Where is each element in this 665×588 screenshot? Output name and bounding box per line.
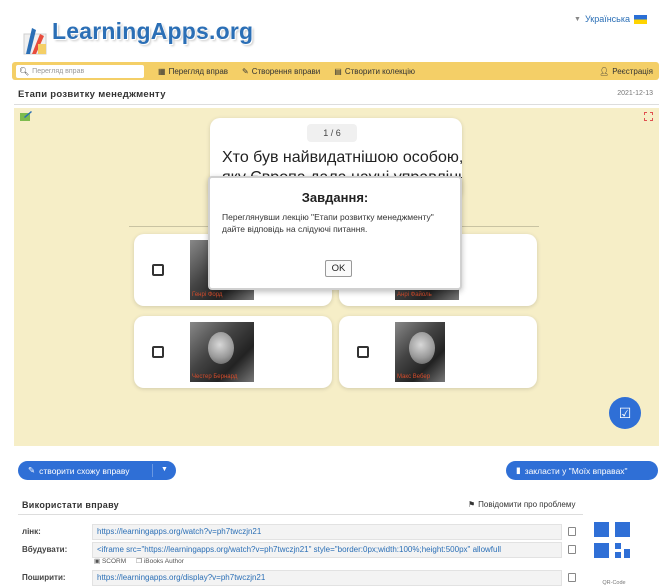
page-title: Етапи розвитку менеджменту [18, 89, 166, 100]
search-placeholder: Перегляд вправ [32, 67, 85, 75]
embed-label: Вбудувати: [22, 545, 68, 554]
nav-create-collection[interactable]: ▤ Створити колекцію [334, 67, 415, 76]
collection-icon: ▤ [334, 66, 342, 76]
answer-checkbox[interactable] [357, 346, 369, 358]
ok-button[interactable]: OK [325, 260, 352, 277]
app-info-icon[interactable] [20, 111, 32, 122]
answer-card[interactable]: Честер Бернард [134, 316, 332, 388]
ibooks-label: iBooks Author [143, 558, 184, 565]
nav-browse-apps[interactable]: ▦ Перегляд вправ [158, 67, 228, 76]
ibooks-link[interactable]: ❒ iBooks Author [136, 557, 184, 565]
pencil-icon: ✎ [242, 66, 249, 76]
bookmark-label: закласти у "Моїх вправах" [524, 465, 628, 476]
export-links: ▣ SCORM ❒ iBooks Author [94, 557, 184, 565]
answer-checkbox[interactable] [152, 346, 164, 358]
qr-code-icon[interactable] [594, 522, 630, 558]
link-field[interactable]: https://learningapps.org/watch?v=ph7twcz… [92, 524, 562, 540]
search-icon: 🔍︎ [19, 66, 30, 76]
question-counter: 1 / 6 [307, 124, 357, 142]
answer-card[interactable]: Макс Вебер [339, 316, 537, 388]
scorm-link[interactable]: ▣ SCORM [94, 557, 126, 565]
qr-code-label: QR-Code [602, 580, 626, 586]
flag-icon: ⚑ [468, 500, 476, 509]
share-label: Поширити: [22, 573, 66, 582]
link-row: лінк: https://learningapps.org/watch?v=p… [22, 524, 587, 540]
user-icon: 👤︎ [599, 66, 610, 76]
fullscreen-icon[interactable] [644, 112, 653, 121]
link-label: лінк: [22, 527, 41, 536]
create-similar-button[interactable]: ✎ створити схожу вправу ▼ [18, 461, 176, 480]
portrait-face [208, 332, 234, 364]
check-answer-button[interactable]: ☑ [609, 397, 641, 429]
scorm-label: SCORM [101, 558, 127, 565]
portrait-face [409, 332, 435, 364]
grid-icon: ▦ [158, 66, 166, 76]
caret-down-icon[interactable]: ▼ [161, 466, 168, 473]
header: LearningApps.org ▼ Українська [0, 0, 665, 60]
share-field[interactable]: https://learningapps.org/display?v=ph7tw… [92, 570, 562, 586]
photo-caption: Анрі Файоль [397, 292, 432, 298]
chevron-down-icon: ▼ [574, 15, 581, 23]
register-label: Реєстрація [612, 66, 653, 76]
register-link[interactable]: 👤︎ Реєстрація [599, 67, 653, 76]
book-icon: ❒ [136, 558, 144, 565]
task-dialog: Завдання: Переглянувши лекцію "Етапи роз… [208, 176, 462, 290]
portrait-photo: Макс Вебер [395, 322, 445, 382]
logo-text: LearningApps.org [52, 18, 254, 44]
embed-field[interactable]: <iframe src="https://learningapps.org/wa… [92, 542, 562, 558]
dialog-title: Завдання: [301, 190, 369, 205]
photo-caption: Макс Вебер [397, 374, 431, 380]
nav-collection-label: Створити колекцію [344, 66, 416, 76]
share-row: Поширити: https://learningapps.org/displ… [22, 570, 587, 586]
checkmark-icon: ☑ [618, 405, 632, 421]
language-label: Українська [584, 14, 630, 24]
bookmark-button[interactable]: ▮ закласти у "Моїх вправах" [506, 461, 658, 480]
search-input[interactable]: 🔍︎ Перегляд вправ [16, 64, 144, 78]
bookmark-icon: ▮ [516, 465, 521, 475]
create-similar-label: створити схожу вправу [39, 465, 130, 476]
nav-create-app[interactable]: ✎ Створення вправи [242, 67, 320, 76]
main-navbar: 🔍︎ Перегляд вправ ▦ Перегляд вправ ✎ Ств… [12, 62, 659, 80]
site-logo[interactable]: LearningApps.org [22, 12, 253, 56]
photo-caption: Генрі Форд [192, 292, 223, 298]
nav-create-label: Створення вправи [251, 66, 321, 76]
divider [18, 514, 583, 515]
archive-icon: ▣ [94, 558, 102, 565]
logo-mark-icon [23, 28, 47, 55]
divider [14, 104, 659, 105]
copy-icon[interactable] [568, 527, 576, 536]
embed-row: Вбудувати: <iframe src="https://learning… [22, 542, 587, 558]
photo-caption: Честер Бернард [192, 374, 238, 380]
nav-browse-label: Перегляд вправ [168, 66, 229, 76]
dialog-body: Переглянувши лекцію "Етапи розвитку мене… [222, 212, 434, 234]
copy-icon[interactable] [568, 545, 576, 554]
report-problem-link[interactable]: ⚑ Повідомити про проблему [468, 500, 575, 509]
portrait-photo: Честер Бернард [190, 322, 254, 382]
use-section-title: Використати вправу [22, 500, 119, 510]
answer-checkbox[interactable] [152, 264, 164, 276]
question-line-1: Хто був найвидатнішою особою, [222, 149, 462, 166]
button-separator [152, 464, 153, 477]
report-label: Повідомити про проблему [478, 500, 576, 509]
edit-icon: ✎ [28, 465, 36, 475]
ukraine-flag-icon [634, 14, 647, 24]
page-date: 2021-12-13 [617, 90, 653, 97]
language-selector[interactable]: ▼ Українська [574, 14, 647, 24]
copy-icon[interactable] [568, 573, 576, 582]
